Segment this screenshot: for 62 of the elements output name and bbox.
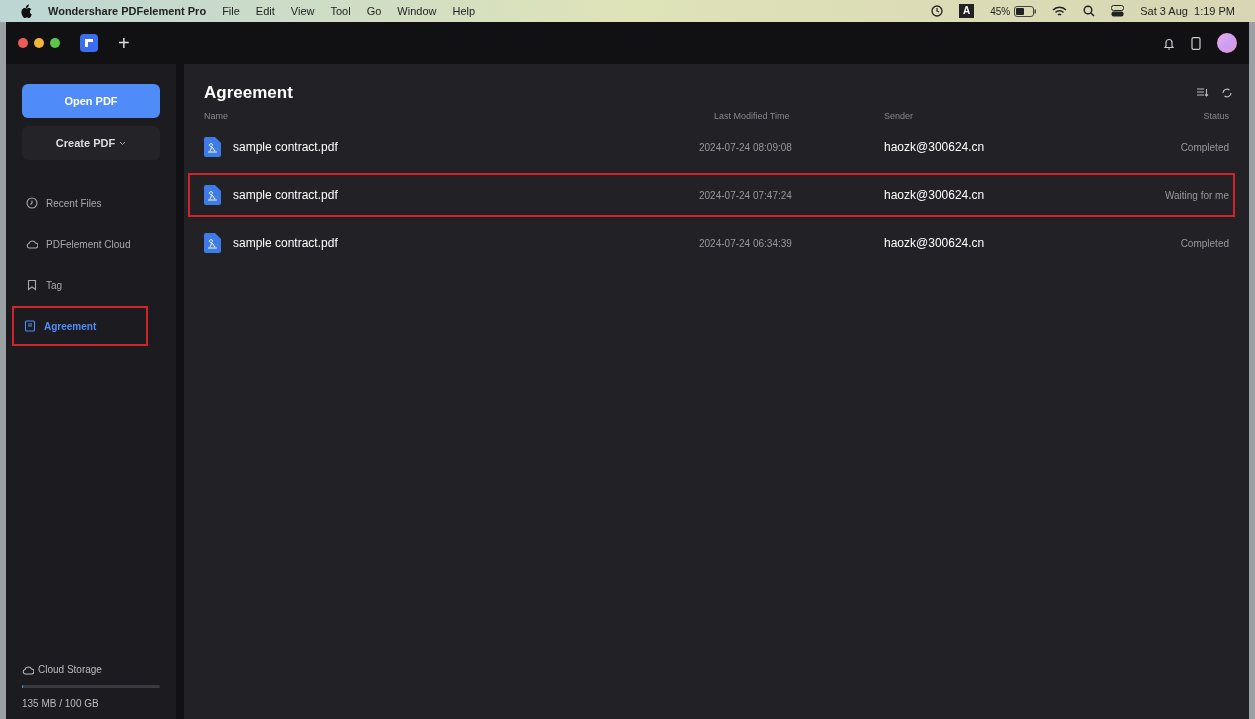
- pdf-file-icon: [204, 185, 221, 205]
- control-center-icon: [1111, 5, 1125, 17]
- modified-time: 2024-07-24 06:34:39: [698, 236, 793, 251]
- clock-icon: [930, 5, 943, 17]
- table-row[interactable]: sample contract.pdf 2024-07-24 08:09:08 haozk@300624.cn Completed: [200, 127, 1233, 167]
- phone-icon: [1191, 36, 1201, 50]
- menu-item[interactable]: Go: [366, 2, 382, 20]
- modified-time: 2024-07-24 07:47:24: [698, 188, 793, 203]
- battery-percentage: 45%: [990, 4, 1011, 19]
- sidebar-item[interactable]: Agreement: [20, 315, 140, 337]
- pdf-file-icon: [204, 137, 221, 157]
- new-tab-button[interactable]: +: [118, 33, 130, 53]
- menu-item[interactable]: Help: [452, 2, 476, 20]
- sidebar-item[interactable]: PDFelement Cloud: [22, 233, 160, 255]
- input-source-icon[interactable]: A: [958, 4, 975, 18]
- chevron-down-icon: [119, 140, 127, 146]
- storage-label: Cloud Storage: [38, 663, 102, 677]
- close-window-button[interactable]: [18, 38, 28, 48]
- sender-email: haozk@300624.cn: [884, 187, 986, 204]
- menu-item[interactable]: Window: [397, 2, 437, 20]
- create-pdf-button[interactable]: Create PDF: [22, 126, 160, 160]
- sort-icon: [1196, 86, 1209, 98]
- sidebar-item[interactable]: Tag: [22, 274, 160, 296]
- table-row[interactable]: sample contract.pdf 2024-07-24 06:34:39 haozk@300624.cn Completed: [200, 223, 1233, 263]
- file-name: sample contract.pdf: [233, 235, 338, 252]
- cloud-icon: [22, 663, 34, 676]
- page-title: Agreement: [204, 82, 293, 104]
- column-header: Sender: [884, 109, 915, 123]
- menu-item[interactable]: Edit: [255, 2, 275, 20]
- bell-icon: [1163, 36, 1175, 50]
- document-icon: [24, 320, 36, 332]
- bookmark-icon: [26, 279, 38, 291]
- status-text: Completed: [1179, 236, 1229, 251]
- app-logo-icon: [80, 34, 98, 52]
- menu-item[interactable]: File: [222, 2, 240, 20]
- battery-icon: [1014, 5, 1037, 17]
- sender-email: haozk@300624.cn: [884, 235, 986, 252]
- table-row[interactable]: sample contract.pdf 2024-07-24 07:47:24 haozk@300624.cn Waiting for me: [200, 175, 1233, 215]
- cloud-icon: [26, 238, 38, 250]
- menu-item[interactable]: Tool: [330, 2, 351, 20]
- menu-item[interactable]: View: [290, 2, 315, 20]
- search-icon: [1083, 5, 1096, 17]
- zoom-window-button[interactable]: [50, 38, 60, 48]
- column-header: Status: [1202, 109, 1229, 123]
- storage-usage: 135 MB / 100 GB: [22, 697, 100, 711]
- app-name-menu[interactable]: Wondershare PDFelement Pro: [48, 2, 207, 20]
- file-name: sample contract.pdf: [233, 139, 338, 156]
- status-text: Completed: [1179, 140, 1229, 155]
- sidebar-item[interactable]: Recent Files: [22, 192, 160, 214]
- modified-time: 2024-07-24 08:09:08: [698, 140, 793, 155]
- wifi-icon: [1052, 5, 1068, 17]
- apple-icon: [20, 4, 32, 18]
- sender-email: haozk@300624.cn: [884, 139, 986, 156]
- file-name: sample contract.pdf: [233, 187, 338, 204]
- refresh-icon: [1221, 86, 1233, 99]
- column-header: Name: [204, 109, 229, 123]
- menu-bar-clock: Sat 3 Aug 1:19 PM: [1140, 3, 1235, 19]
- minimize-window-button[interactable]: [34, 38, 44, 48]
- column-header: Last Modified Time: [713, 109, 791, 123]
- pdf-file-icon: [204, 233, 221, 253]
- status-text: Waiting for me: [1163, 188, 1229, 203]
- clock-icon: [26, 197, 38, 209]
